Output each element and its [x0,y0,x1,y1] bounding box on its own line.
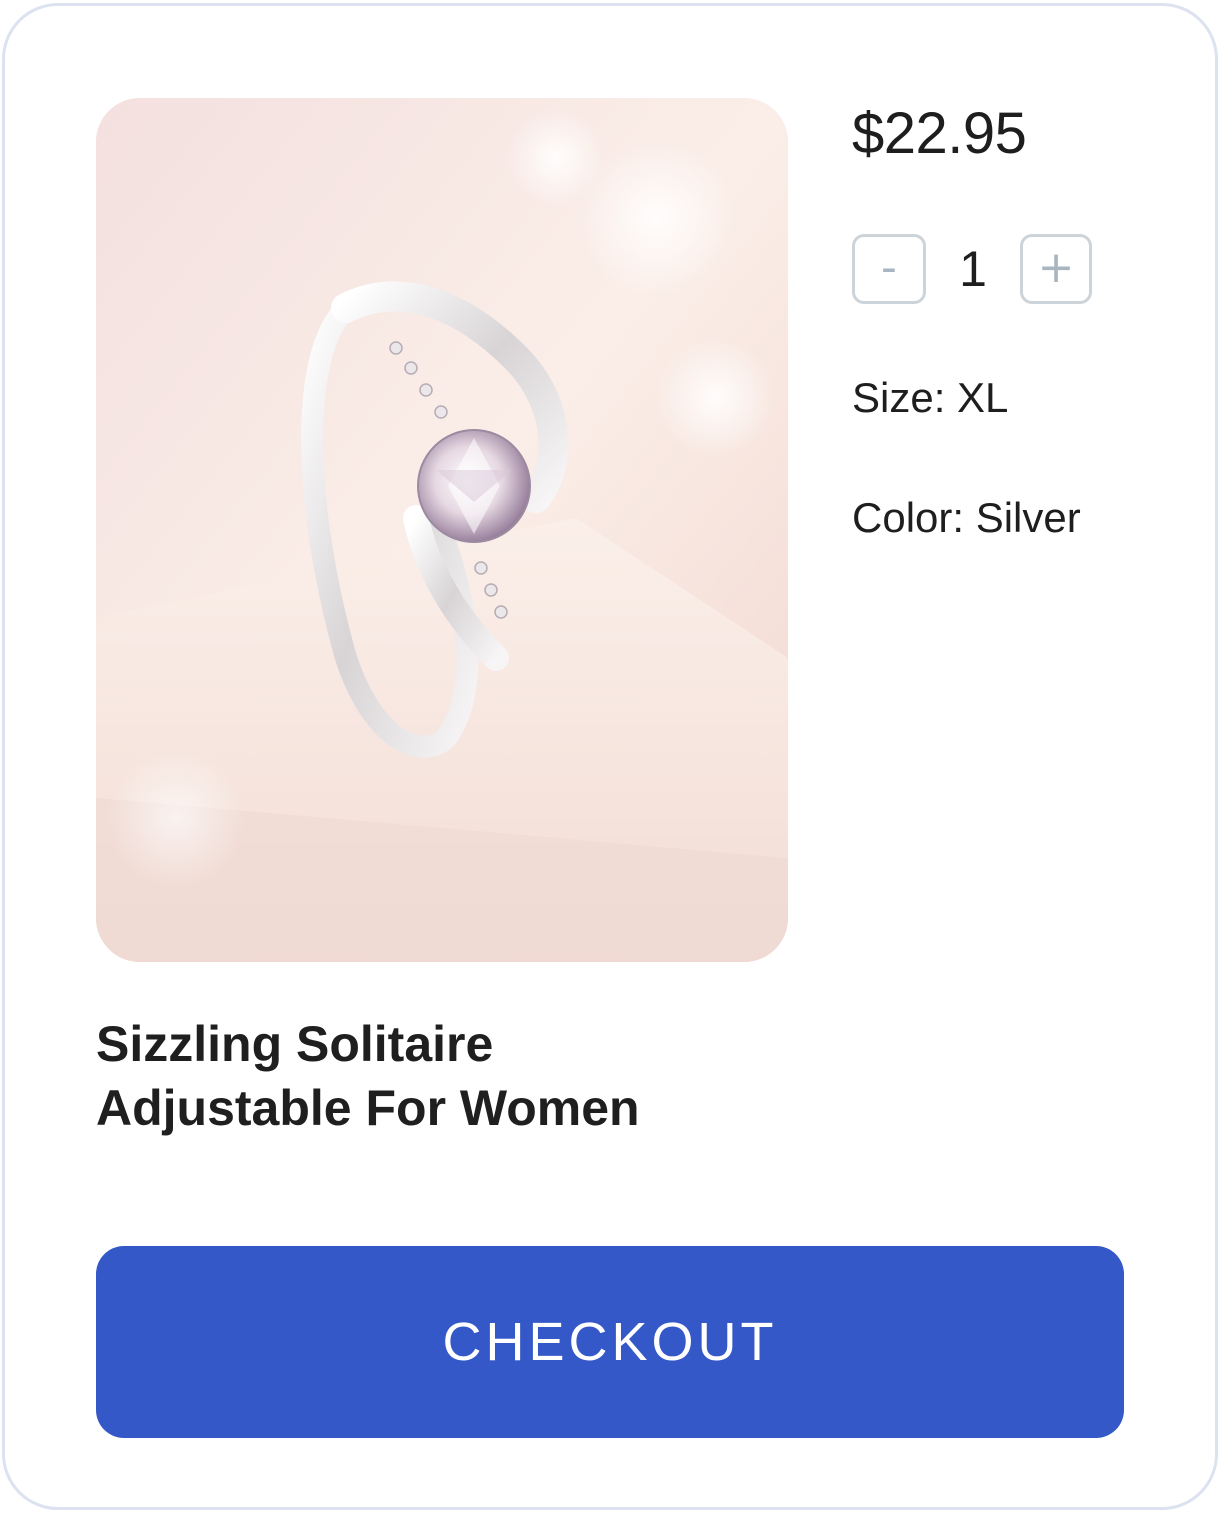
product-title-line-1: Sizzling Solitaire [96,1016,494,1072]
product-title-line-2: Adjustable For Women [96,1080,640,1136]
quantity-value: 1 [959,241,987,297]
product-title: Sizzling Solitaire Adjustable For Women [96,1012,796,1140]
product-image [96,98,788,962]
decrement-button[interactable]: - [852,234,926,304]
checkout-button[interactable]: CHECKOUT [96,1246,1124,1438]
increment-button[interactable]: + [1020,234,1092,304]
color-label: Color: Silver [852,494,1081,541]
ring-photo [96,98,788,962]
product-price: $22.95 [852,101,1027,166]
size-label: Size: XL [852,374,1009,421]
quantity-stepper: - 1 + [852,234,1112,306]
